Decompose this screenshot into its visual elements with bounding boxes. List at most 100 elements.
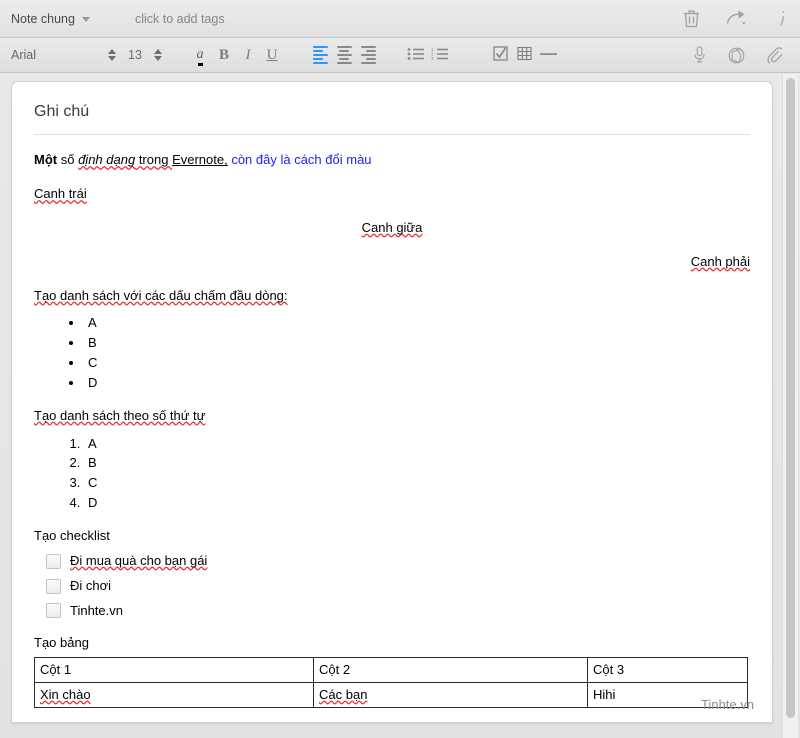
table-cell[interactable]: Cột 1: [34, 657, 314, 684]
checklist-heading: Tạo checklist: [34, 528, 110, 543]
align-center-text: Canh giữa: [361, 219, 423, 235]
checklist-item[interactable]: Đi chơi: [46, 577, 750, 596]
checkbox-unchecked-icon[interactable]: [46, 578, 61, 594]
checklist-item[interactable]: Đi mua quà cho bạn gái: [46, 552, 750, 571]
align-center-sample: Canh giữa: [34, 219, 750, 238]
underline-label: U: [266, 46, 278, 63]
font-family-select[interactable]: Arial: [11, 48, 106, 62]
horizontal-rule-button[interactable]: [536, 42, 560, 68]
list-item: B: [84, 454, 750, 473]
table-heading: Tạo bảng: [34, 635, 89, 651]
media-group: [693, 46, 782, 64]
intro-plain-2: trong: [135, 152, 173, 168]
intro-bold: Một: [34, 152, 58, 168]
share-icon[interactable]: [726, 9, 751, 28]
list-item: B: [84, 334, 750, 353]
list-item: D: [84, 494, 750, 513]
checkbox-unchecked-icon[interactable]: [46, 553, 61, 569]
format-toolbar: Arial 13 a B I U 1 2 3: [0, 38, 800, 73]
insert-group: [488, 42, 560, 68]
table-cell[interactable]: Các bạn: [313, 682, 588, 709]
bullet-list: A B C D: [34, 314, 750, 392]
numbered-list: A B C D: [34, 435, 750, 513]
stepper-down-icon: [154, 56, 162, 61]
bullet-list-icon: [407, 47, 425, 64]
list-group: 1 2 3: [404, 42, 452, 68]
note-actions: [683, 0, 788, 37]
checklist-label: Tinhte.vn: [70, 602, 123, 618]
checkbox-icon: [492, 46, 508, 64]
intro-plain-1: số: [57, 152, 79, 168]
bullet-heading: Tạo danh sách với các dấu chấm đầu dòng:: [34, 287, 288, 303]
intro-blue: còn đây là cách đổi màu: [227, 152, 372, 168]
bold-label: B: [218, 46, 229, 63]
camera-icon[interactable]: [728, 47, 745, 64]
table-row: Xin chào Các bạn Hihi: [34, 682, 748, 709]
align-left-icon: [312, 46, 328, 64]
underline-button[interactable]: U: [260, 42, 284, 68]
align-right-text: Canh phải: [690, 253, 750, 269]
microphone-icon[interactable]: [693, 46, 706, 64]
intro-italic: định dạng: [78, 152, 136, 168]
list-item: C: [84, 354, 750, 373]
align-right-button[interactable]: [356, 42, 380, 68]
tags-input[interactable]: click to add tags: [135, 12, 225, 26]
checklist-label: Đi chơi: [70, 577, 112, 593]
notebook-selector[interactable]: Note chung: [11, 12, 90, 26]
text-color-button[interactable]: a: [188, 42, 212, 68]
notebook-name: Note chung: [11, 11, 75, 26]
table-button[interactable]: [512, 42, 536, 68]
table-cell[interactable]: Cột 2: [313, 657, 588, 684]
stepper-down-icon: [108, 56, 116, 61]
checklist-label: Đi mua quà cho bạn gái: [70, 552, 208, 568]
align-right-icon: [360, 46, 376, 64]
note-header-bar: Note chung click to add tags: [0, 0, 800, 38]
table-row: Cột 1 Cột 2 Cột 3: [34, 657, 748, 684]
align-center-icon: [336, 46, 352, 64]
title-divider: [34, 134, 750, 136]
alignment-group: [308, 42, 380, 68]
scrollbar-thumb[interactable]: [786, 78, 795, 718]
list-item: A: [84, 435, 750, 454]
intro-paragraph: Một số định dạng trong Evernote, còn đây…: [34, 151, 750, 170]
table-icon: [516, 46, 532, 64]
stepper-up-icon: [154, 49, 162, 54]
text-style-group: a B I U: [188, 42, 284, 68]
note-editor-card[interactable]: Ghi chú Một số định dạng trong Evernote,…: [12, 82, 772, 722]
watermark: Tinhte.vn: [701, 697, 754, 712]
align-right-sample: Canh phải: [34, 253, 750, 272]
list-item: A: [84, 314, 750, 333]
numbered-list-button[interactable]: 1 2 3: [428, 42, 452, 68]
bullet-list-button[interactable]: [404, 42, 428, 68]
list-item: D: [84, 374, 750, 393]
note-body[interactable]: Ghi chú Một số định dạng trong Evernote,…: [12, 82, 772, 722]
stepper-up-icon: [108, 49, 116, 54]
ordered-heading: Tạo danh sách theo số thứ tự: [34, 407, 206, 423]
horizontal-rule-icon: [539, 47, 557, 64]
table-cell[interactable]: Xin chào: [34, 682, 314, 709]
font-size-stepper[interactable]: [152, 49, 164, 61]
align-left-sample: Canh trái: [34, 186, 87, 202]
align-center-button[interactable]: [332, 42, 356, 68]
list-item: C: [84, 474, 750, 493]
intro-underline: Evernote,: [172, 152, 228, 168]
font-size-input[interactable]: 13: [118, 48, 152, 62]
align-left-button[interactable]: [308, 42, 332, 68]
table-cell-text: Các bạn: [319, 686, 368, 702]
table-cell-text: Xin chào: [40, 686, 91, 702]
trash-icon[interactable]: [683, 9, 700, 28]
table-cell[interactable]: Cột 3: [587, 657, 748, 684]
vertical-scrollbar[interactable]: [782, 74, 798, 738]
evernote-window: Note chung click to add tags Arial 13 a …: [0, 0, 800, 738]
checkbox-unchecked-icon[interactable]: [46, 603, 61, 619]
svg-text:3: 3: [431, 56, 434, 61]
checklist-item[interactable]: Tinhte.vn: [46, 602, 750, 621]
paperclip-icon[interactable]: [767, 46, 782, 64]
note-table[interactable]: Cột 1 Cột 2 Cột 3 Xin chào Các bạn Hihi: [34, 657, 748, 709]
bold-button[interactable]: B: [212, 42, 236, 68]
note-title[interactable]: Ghi chú: [34, 100, 750, 134]
font-family-stepper[interactable]: [106, 49, 118, 61]
info-icon[interactable]: [777, 9, 788, 28]
italic-button[interactable]: I: [236, 42, 260, 68]
checkbox-button[interactable]: [488, 42, 512, 68]
